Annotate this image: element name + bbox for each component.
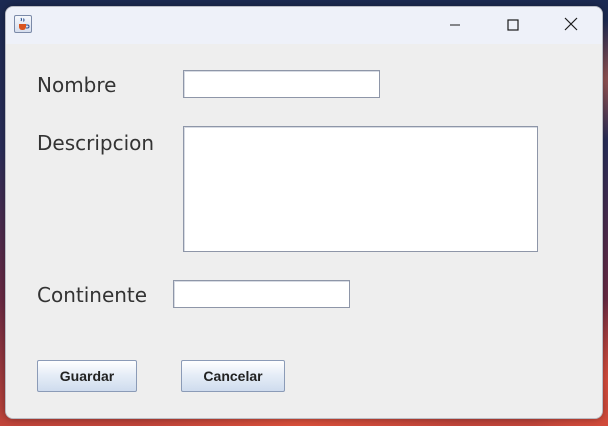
cancelar-button[interactable]: Cancelar [181, 360, 285, 392]
close-icon [564, 16, 578, 35]
descripcion-label: Descripcion [37, 131, 155, 155]
nombre-input[interactable] [183, 70, 380, 98]
continente-input[interactable] [173, 280, 350, 308]
maximize-button[interactable] [484, 7, 542, 44]
descripcion-textarea[interactable] [183, 126, 538, 252]
continente-label: Continente [37, 283, 148, 307]
nombre-label: Nombre [37, 73, 117, 97]
minimize-icon [449, 16, 461, 35]
minimize-button[interactable] [426, 7, 484, 44]
title-bar[interactable] [6, 7, 602, 44]
java-cup-icon [14, 15, 32, 33]
guardar-button[interactable]: Guardar [37, 360, 137, 392]
form-content: Nombre Descripcion Continente Guardar Ca… [6, 44, 602, 418]
close-button[interactable] [542, 7, 600, 44]
form-window: Nombre Descripcion Continente Guardar Ca… [5, 6, 603, 419]
maximize-icon [507, 16, 519, 35]
